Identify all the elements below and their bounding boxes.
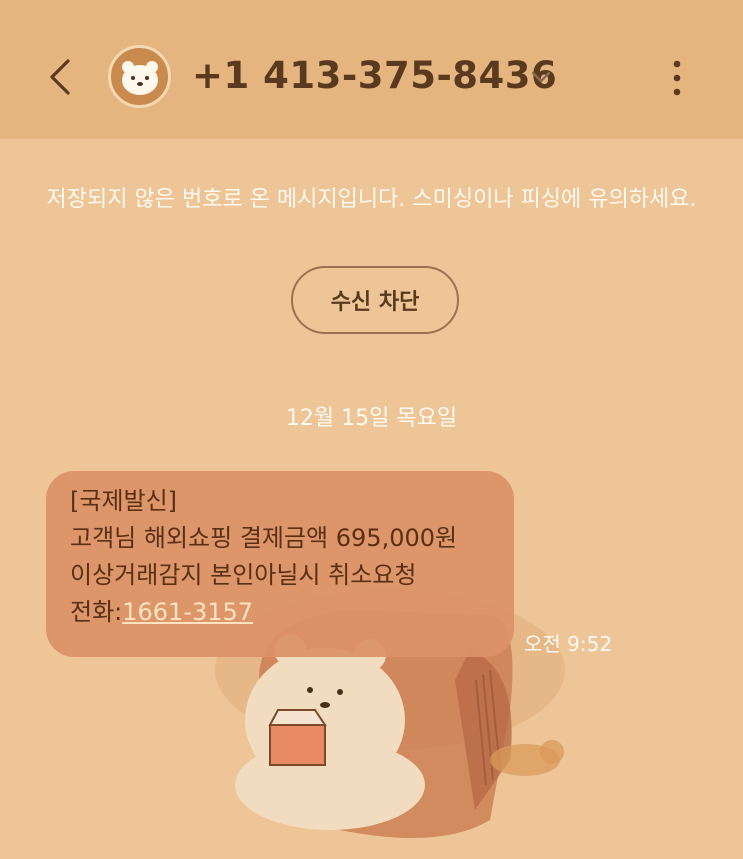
unsaved-number-warning: 저장되지 않은 번호로 온 메시지입니다. 스미싱이나 피싱에 유의하세요. <box>46 187 697 212</box>
bear-face-icon <box>121 60 158 95</box>
message-timestamp: 오전 9:52 <box>524 632 613 656</box>
expand-contact-button[interactable] <box>528 64 554 90</box>
block-sender-button[interactable]: 수신 차단 <box>291 266 459 334</box>
chevron-left-icon <box>50 59 70 95</box>
message-line: [국제발신] <box>70 487 178 515</box>
more-options-button[interactable] <box>662 56 692 100</box>
message-line: 이상거래감지 본인아닐시 취소요청 <box>70 561 417 589</box>
message-bubble[interactable]: [국제발신] 고객님 해외쇼핑 결제금액 695,000원 이상거래감지 본인아… <box>46 471 514 657</box>
more-vertical-icon <box>673 60 681 96</box>
back-button[interactable] <box>40 52 80 102</box>
message-line: 전화:1661-3157 <box>70 594 514 631</box>
phone-label: 전화: <box>70 598 123 626</box>
avatar[interactable] <box>108 45 171 108</box>
chevron-down-icon <box>531 71 551 83</box>
date-separator: 12월 15일 목요일 <box>285 406 458 431</box>
phone-link[interactable]: 1661-3157 <box>122 598 253 626</box>
contact-phone-number[interactable]: +1 413-375-8436 <box>192 54 557 97</box>
app-header: +1 413-375-8436 <box>0 0 743 139</box>
message-line: 고객님 해외쇼핑 결제금액 695,000원 <box>70 524 458 552</box>
